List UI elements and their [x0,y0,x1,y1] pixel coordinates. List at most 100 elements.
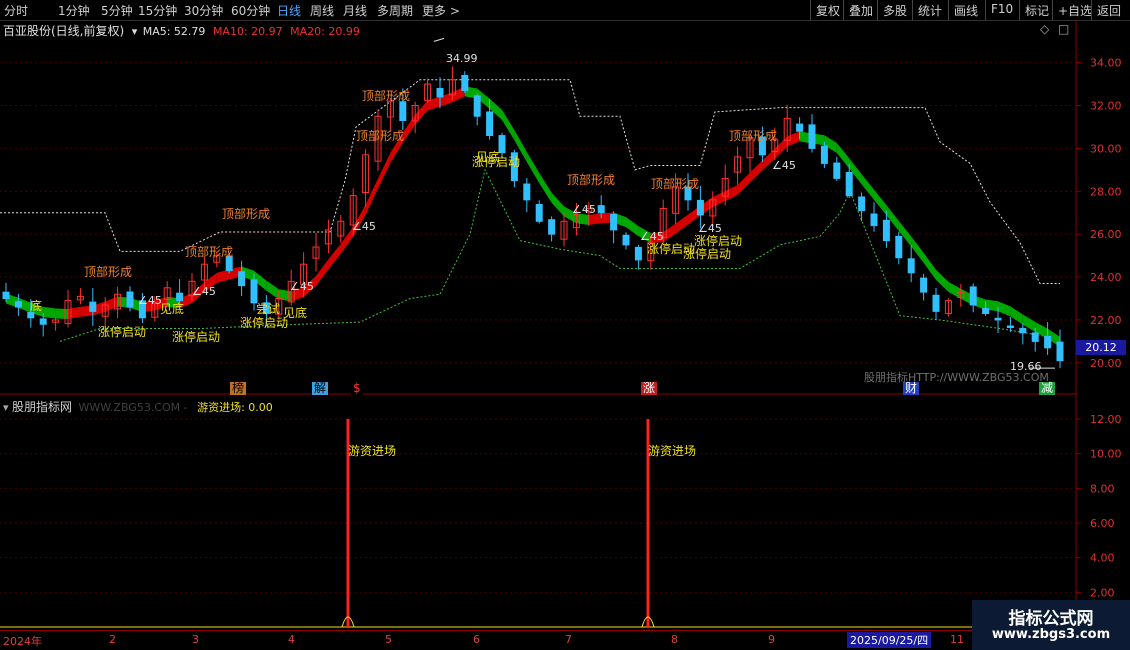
tab-multi-period[interactable]: 多周期 [377,2,413,19]
event-tag-limit-up[interactable]: 涨 [641,381,658,395]
tab-15min[interactable]: 15分钟 [138,2,177,19]
candle-body [634,246,642,261]
event-tag-text: 财 [905,381,918,395]
tab-daily[interactable]: 日线 [277,2,301,19]
arrow-signal: ∠45 [772,159,796,172]
ribbon-segment [874,189,887,216]
ribbon-segment [861,174,874,200]
tab-1min[interactable]: 1分钟 [58,2,90,19]
ribbon-segment [316,259,329,286]
mark-button[interactable]: 标记 [1019,0,1054,20]
event-tag-reduce[interactable]: 减 [1039,382,1056,395]
brand-url: www.zbgs3.com [991,627,1111,642]
arrow-signal: ∠45 [572,203,596,216]
candle-body [858,196,866,212]
candle-body [473,95,481,117]
y-tick-label: 28.00 [1090,185,1122,198]
candle-body [907,258,915,274]
ribbon-segment [526,151,540,183]
candle-body [920,277,928,293]
candle-body [932,294,940,312]
bottom-signal: 尝试 [256,301,280,316]
top-signal: 顶部形成 [185,244,233,259]
tab-weekly[interactable]: 周线 [310,2,334,19]
ribbon-segment [725,184,738,201]
tab-timeshare[interactable]: 分时 [4,2,28,19]
restore-rights-button[interactable]: 复权 [810,0,845,20]
ribbon-segment [787,131,800,147]
bottom-signal: 涨停启动 [172,329,220,344]
ribbon-segment [1010,306,1023,325]
stock-chart-window: 分时 1分钟 5分钟 15分钟 30分钟 60分钟 日线 周线 月线 多周期 更… [0,0,1130,650]
candle-body [845,171,853,197]
candle-body [610,214,618,231]
main-watermark: 股朋指标HTTP://WWW.ZBG53.COM [864,370,1049,384]
cursor-date: 2025/09/25/四 [847,632,932,648]
bottom-signal: 涨停启动 [240,315,288,330]
event-tag-dividend[interactable]: $ [351,382,363,395]
candle-body [238,271,246,287]
indicator-tick-label: 8.00 [1090,482,1115,495]
y-tick-label: 24.00 [1090,271,1122,284]
y-axis-labels: 20.00 22.00 24.00 26.00 28.00 30.00 32.00 34.00 [1090,57,1122,370]
candle-body [2,291,10,300]
x-label: 5 [385,633,392,646]
high-marker-line [433,37,445,42]
y-tick-label: 20.00 [1090,357,1122,370]
event-tag-finance[interactable]: 财 [903,381,920,395]
spike-label-1: 游资进场 [348,444,396,458]
bottom-signal: 见底 [160,301,184,316]
ribbon-segment [998,301,1011,317]
candle-body [820,145,828,164]
candle-body [882,219,890,242]
tab-30min[interactable]: 30分钟 [184,2,223,19]
candle-body [1019,327,1027,334]
f10-button[interactable]: F10 [985,0,1018,20]
bottom-signal: 涨停启动 [683,246,731,261]
draw-line-button[interactable]: 画线 [948,0,983,20]
ribbon-segment [539,172,552,203]
bottom-signal: 涨停启动 [694,233,742,248]
candle-body [833,162,841,179]
candle-body [1044,335,1052,349]
candle-body [1006,325,1014,329]
top-signal: 顶部形成 [651,176,699,191]
event-tag-list[interactable]: 榜 [230,382,247,395]
tab-monthly[interactable]: 月线 [343,2,367,19]
brand-title: 指标公式网 [1008,609,1094,629]
indicator-tick-label: 2.00 [1090,586,1115,599]
candle-body [597,205,605,214]
candle-body [14,301,22,308]
candle-body [696,199,704,216]
indicator-tick-label: 6.00 [1090,517,1115,530]
x-label: 4 [288,633,295,646]
multi-stock-button[interactable]: 多股 [877,0,912,20]
ribbon-segment [43,306,56,319]
arrow-signal: ∠45 [290,280,314,293]
tab-60min[interactable]: 60分钟 [231,2,270,19]
ribbon-segment [712,190,726,207]
arrow-signal: ∠45 [640,230,664,243]
ribbon-segment [365,178,378,215]
ribbon-segment [427,96,440,111]
y-tick-label: 22.00 [1090,314,1122,327]
back-button[interactable]: 返回 [1091,0,1126,20]
candle-body [250,279,258,304]
candle-body [982,308,990,315]
overlay-button[interactable]: 叠加 [843,0,878,20]
candle-body [486,111,494,137]
tab-more[interactable]: 更多 > [422,2,460,19]
candle-body [796,123,804,132]
tab-5min[interactable]: 5分钟 [101,2,133,19]
indicator-tick-label: 12.00 [1090,413,1122,426]
event-tag-unlock[interactable]: 解 [312,382,329,395]
statistics-button[interactable]: 统计 [912,0,947,20]
event-tag-text: 涨 [643,381,656,395]
x-label: 6 [473,633,480,646]
top-signal: 顶部形成 [222,206,270,221]
top-signal: 顶部形成 [84,264,132,279]
ribbon-segment [936,269,949,292]
ribbon-segment [378,152,391,189]
price-chart: 20.00 22.00 24.00 26.00 28.00 30.00 32.00 34.00… [0,20,1122,395]
ribbon-segment [923,252,936,280]
